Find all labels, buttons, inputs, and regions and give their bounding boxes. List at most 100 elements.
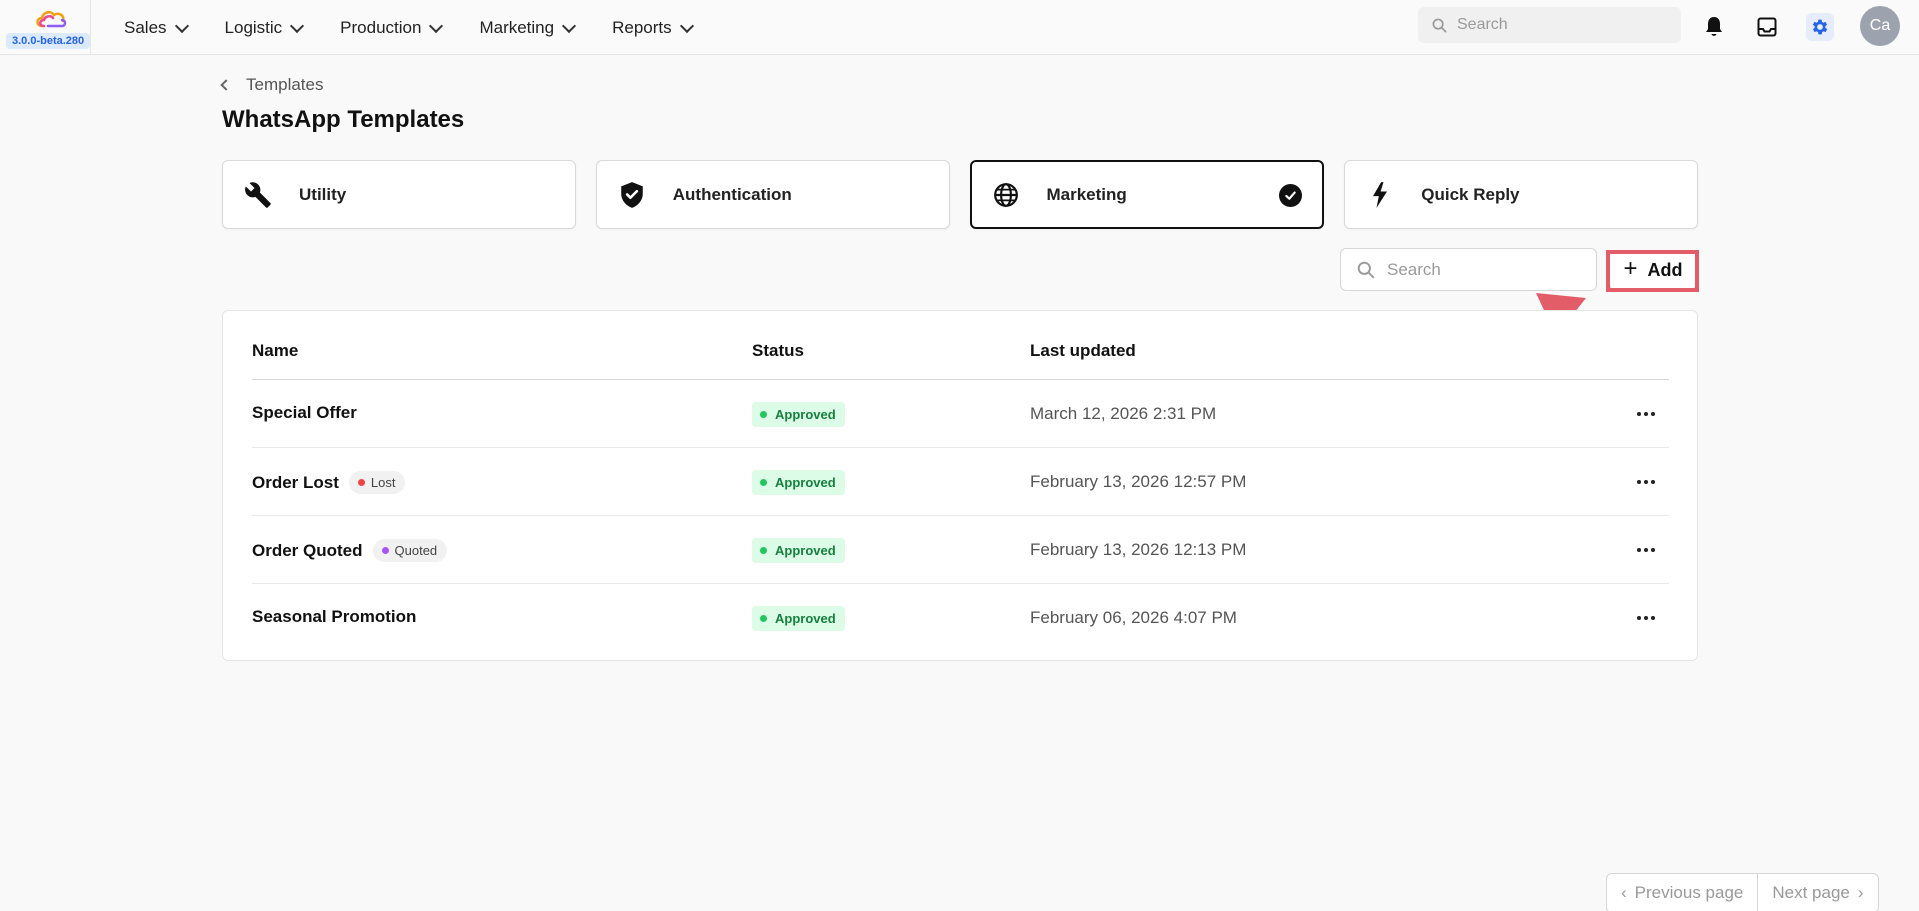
status-dot: [760, 547, 767, 554]
status-badge: Approved: [752, 470, 845, 495]
category-card-label: Authentication: [672, 184, 792, 204]
status-badge: Approved: [752, 402, 845, 427]
inbox-icon: [1757, 17, 1777, 37]
wrench-icon: [243, 180, 273, 210]
nav-item-logistic[interactable]: Logistic: [225, 18, 305, 38]
lightning-icon: [1365, 180, 1395, 210]
chevron-down-icon: [679, 18, 694, 34]
version-badge: 3.0.0-beta.280: [6, 33, 91, 49]
category-card-quick-reply[interactable]: Quick Reply: [1344, 160, 1698, 229]
row-actions-more-icon[interactable]: [1632, 538, 1660, 562]
tag-label: Lost: [370, 475, 396, 490]
chevron-down-icon: [429, 18, 444, 34]
template-name-cell: Order Quoted Quoted: [252, 539, 448, 562]
column-header-last-updated: Last updated: [1030, 341, 1136, 360]
chevron-right-icon: ›: [1857, 883, 1864, 902]
app-logo[interactable]: 3.0.0-beta.280: [6, 6, 94, 50]
status-dot: [760, 411, 767, 418]
category-card-label: Quick Reply: [1421, 184, 1520, 204]
nav-item-label: Marketing: [479, 17, 555, 37]
previous-page-button[interactable]: ‹ Previous page: [1607, 874, 1757, 911]
add-template-button[interactable]: + Add: [1609, 250, 1697, 290]
gear-icon: [1812, 19, 1828, 35]
nav-item-label: Reports: [612, 17, 672, 37]
breadcrumb-label: Templates: [246, 75, 324, 94]
next-page-label: Next page: [1772, 883, 1850, 902]
template-search-input[interactable]: [1387, 259, 1577, 280]
search-icon: [1432, 18, 1447, 32]
status-label: Approved: [775, 475, 836, 490]
nav-item-marketing[interactable]: Marketing: [479, 17, 577, 38]
tag-badge: Quoted: [372, 539, 448, 562]
breadcrumb[interactable]: Templates: [220, 75, 324, 95]
category-card-utility[interactable]: Utility: [222, 160, 576, 229]
status-label: Approved: [775, 611, 836, 626]
template-name: Order Quoted: [252, 540, 363, 560]
inbox-button[interactable]: [1753, 13, 1781, 41]
globe-icon: [991, 180, 1021, 210]
pagination: ‹ Previous page Next page ›: [1606, 873, 1879, 911]
template-name: Special Offer: [252, 403, 357, 422]
main-nav: Sales Logistic Production Marketing Repo…: [124, 0, 730, 55]
status-dot: [760, 479, 767, 486]
shield-check-icon: [617, 180, 647, 210]
templates-table: Name Status Last updated Special Offer A…: [222, 310, 1698, 661]
status-badge: Approved: [752, 606, 845, 631]
plus-icon: +: [1623, 255, 1638, 282]
template-search[interactable]: [1340, 248, 1597, 291]
row-actions-more-icon[interactable]: [1632, 470, 1660, 494]
next-page-button[interactable]: Next page ›: [1757, 874, 1877, 911]
table-row[interactable]: Special Offer Approved March 12, 2026 2:…: [252, 380, 1669, 448]
last-updated: February 13, 2026 12:57 PM: [1030, 472, 1247, 491]
nav-item-sales[interactable]: Sales: [124, 18, 189, 38]
tag-dot: [381, 547, 389, 554]
chevron-down-icon: [562, 18, 577, 34]
table-row[interactable]: Seasonal Promotion Approved February 06,…: [252, 584, 1669, 652]
nav-divider: [90, 0, 91, 55]
template-name-cell: Special Offer: [252, 403, 357, 423]
chevron-down-icon: [174, 18, 189, 34]
row-actions-more-icon[interactable]: [1632, 402, 1660, 426]
table-row[interactable]: Order Lost Lost Approved February 13, 20…: [252, 448, 1669, 516]
global-search[interactable]: [1418, 7, 1681, 43]
template-name: Order Lost: [252, 472, 339, 492]
last-updated: February 13, 2026 12:13 PM: [1030, 540, 1247, 559]
previous-page-label: Previous page: [1634, 883, 1744, 902]
tag-dot: [357, 479, 365, 486]
table-row[interactable]: Order Quoted Quoted Approved February 13…: [252, 516, 1669, 584]
chevron-left-icon: ‹: [1621, 883, 1627, 902]
row-actions-more-icon[interactable]: [1632, 606, 1660, 630]
last-updated: February 06, 2026 4:07 PM: [1030, 608, 1237, 627]
template-name-cell: Order Lost Lost: [252, 471, 406, 494]
page-title: WhatsApp Templates: [222, 106, 465, 133]
nav-item-label: Production: [340, 17, 422, 37]
tag-label: Quoted: [394, 543, 438, 558]
bell-icon: [1706, 17, 1722, 36]
template-name: Seasonal Promotion: [252, 607, 417, 626]
chevron-down-icon: [290, 18, 305, 34]
table-header: Name Status Last updated: [252, 311, 1669, 380]
status-label: Approved: [775, 407, 836, 422]
nav-item-reports[interactable]: Reports: [612, 17, 694, 38]
user-avatar[interactable]: Ca: [1860, 6, 1900, 46]
tag-badge: Lost: [348, 471, 406, 494]
template-name-cell: Seasonal Promotion: [252, 607, 416, 627]
settings-button[interactable]: [1806, 13, 1834, 41]
category-cards: Utility Authentication Marketing Quick R…: [222, 160, 1698, 229]
notifications-button[interactable]: [1700, 13, 1728, 41]
category-card-marketing[interactable]: Marketing: [969, 160, 1325, 229]
status-badge: Approved: [752, 538, 845, 563]
chevron-left-icon: [220, 79, 232, 91]
status-label: Approved: [775, 543, 836, 558]
category-card-authentication[interactable]: Authentication: [595, 160, 950, 229]
add-button-label: Add: [1647, 259, 1683, 280]
top-navigation-bar: 3.0.0-beta.280 Sales Logistic Production…: [0, 0, 1919, 55]
status-dot: [760, 615, 767, 622]
column-header-name: Name: [252, 341, 299, 360]
nav-item-production[interactable]: Production: [340, 17, 444, 38]
global-search-input[interactable]: [1457, 16, 1657, 34]
category-card-label: Marketing: [1046, 184, 1127, 204]
search-icon: [1357, 261, 1375, 278]
cloud-logo-icon: [36, 10, 67, 28]
column-header-status: Status: [752, 341, 804, 360]
